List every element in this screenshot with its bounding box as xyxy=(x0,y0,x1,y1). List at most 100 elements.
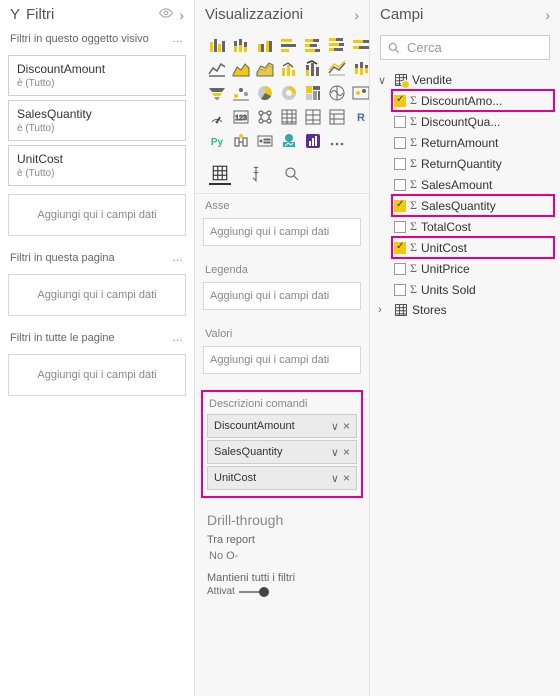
filters-page-label: Filtri in questa pagina … xyxy=(0,248,194,270)
remove-icon[interactable]: × xyxy=(343,419,350,433)
field-row[interactable]: ΣSalesAmount xyxy=(392,174,554,195)
viz-type-icon[interactable] xyxy=(231,131,251,151)
analytics-tab[interactable] xyxy=(281,163,303,185)
viz-type-icon[interactable]: Py xyxy=(207,131,227,151)
field-row[interactable]: ΣUnitPrice xyxy=(392,258,554,279)
fields-tab[interactable] xyxy=(209,163,231,185)
viz-type-icon[interactable] xyxy=(303,35,323,55)
viz-type-icon[interactable] xyxy=(327,35,347,55)
viz-type-icon[interactable] xyxy=(255,131,275,151)
field-row[interactable]: ΣUnits Sold xyxy=(392,279,554,300)
viz-type-icon[interactable]: 123 xyxy=(231,107,251,127)
viz-type-icon[interactable] xyxy=(207,35,227,55)
tooltips-highlight: Descrizioni comandi DiscountAmount∨×Sale… xyxy=(201,390,363,498)
chevron-down-icon[interactable]: ∨ xyxy=(331,472,339,485)
field-row[interactable]: ΣUnitCost xyxy=(392,237,554,258)
sigma-icon: Σ xyxy=(410,240,417,255)
remove-icon[interactable]: × xyxy=(343,471,350,485)
chevron-right-icon[interactable]: › xyxy=(545,7,550,23)
remove-icon[interactable]: × xyxy=(343,445,350,459)
checkbox[interactable] xyxy=(394,284,406,296)
viz-type-icon[interactable] xyxy=(351,35,370,55)
tooltip-field[interactable]: SalesQuantity∨× xyxy=(207,440,357,464)
viz-type-icon[interactable] xyxy=(279,107,299,127)
checkbox[interactable] xyxy=(394,179,406,191)
filters-page-dropzone[interactable]: Aggiungi qui i campi dati xyxy=(8,274,186,316)
tooltip-field[interactable]: UnitCost∨× xyxy=(207,466,357,490)
viz-type-icon[interactable] xyxy=(303,131,323,151)
checkbox[interactable] xyxy=(394,242,406,254)
checkbox[interactable] xyxy=(394,116,406,128)
viz-type-icon[interactable] xyxy=(255,35,275,55)
viz-type-icon[interactable] xyxy=(303,83,323,103)
viz-type-icon[interactable] xyxy=(303,59,323,79)
viz-type-icon[interactable] xyxy=(279,83,299,103)
checkbox[interactable] xyxy=(394,263,406,275)
chevron-down-icon[interactable]: ∨ xyxy=(378,74,390,87)
fields-title: Campi xyxy=(380,6,539,23)
checkbox[interactable] xyxy=(394,95,406,107)
filters-visual-dropzone[interactable]: Aggiungi qui i campi dati xyxy=(8,194,186,236)
values-dropzone[interactable]: Aggiungi qui i campi dati xyxy=(203,346,361,374)
filters-all-label: Filtri in tutte le pagine … xyxy=(0,328,194,350)
filters-visual-label: Filtri in questo oggetto visivo … xyxy=(0,29,194,51)
field-row[interactable]: ΣReturnQuantity xyxy=(392,153,554,174)
chevron-down-icon[interactable]: ∨ xyxy=(331,420,339,433)
more-icon[interactable]: … xyxy=(172,332,184,344)
viz-type-icon[interactable] xyxy=(279,35,299,55)
viz-type-icon[interactable] xyxy=(279,59,299,79)
viz-type-icon[interactable] xyxy=(207,107,227,127)
checkbox[interactable] xyxy=(394,200,406,212)
viz-type-icon[interactable] xyxy=(255,83,275,103)
field-row[interactable]: ΣDiscountQua... xyxy=(392,111,554,132)
viz-type-icon[interactable]: R xyxy=(351,107,370,127)
viz-type-icon[interactable] xyxy=(255,59,275,79)
chevron-right-icon[interactable]: › xyxy=(378,304,390,316)
visibility-icon[interactable] xyxy=(159,6,173,23)
search-input[interactable]: Cerca xyxy=(380,35,550,60)
viz-type-icon[interactable] xyxy=(351,83,370,103)
filter-card[interactable]: UnitCostè (Tutto) xyxy=(8,145,186,186)
viz-type-icon[interactable] xyxy=(231,83,251,103)
table-row[interactable]: ∨Vendite xyxy=(376,70,554,90)
field-row[interactable]: ΣDiscountAmo... xyxy=(392,90,554,111)
more-icon[interactable]: … xyxy=(172,33,184,45)
viz-type-icon[interactable] xyxy=(327,107,347,127)
viz-type-icon[interactable] xyxy=(327,131,347,151)
chevron-right-icon[interactable]: › xyxy=(354,7,359,23)
viz-type-icon[interactable] xyxy=(255,107,275,127)
svg-text:Py: Py xyxy=(211,137,224,148)
checkbox[interactable] xyxy=(394,221,406,233)
visualizations-pane: Visualizzazioni › 123RPy Asse Aggiungi q… xyxy=(195,0,370,696)
field-row[interactable]: ΣSalesQuantity xyxy=(392,195,554,216)
viz-type-icon[interactable] xyxy=(207,83,227,103)
viz-type-icon[interactable] xyxy=(327,59,347,79)
viz-type-icon[interactable] xyxy=(303,107,323,127)
chevron-right-icon[interactable]: › xyxy=(179,7,184,23)
viz-type-icon[interactable] xyxy=(207,59,227,79)
viz-type-icon[interactable] xyxy=(231,59,251,79)
drill-through-label: Drill-through xyxy=(195,502,369,532)
legend-dropzone[interactable]: Aggiungi qui i campi dati xyxy=(203,282,361,310)
more-icon[interactable]: … xyxy=(172,252,184,264)
filter-card[interactable]: SalesQuantityè (Tutto) xyxy=(8,100,186,141)
viz-type-icon[interactable] xyxy=(351,59,370,79)
table-row[interactable]: ›Stores xyxy=(376,300,554,320)
filter-card[interactable]: DiscountAmountè (Tutto) xyxy=(8,55,186,96)
filters-all-dropzone[interactable]: Aggiungi qui i campi dati xyxy=(8,354,186,396)
field-row[interactable]: ΣReturnAmount xyxy=(392,132,554,153)
cross-report-toggle[interactable]: No O- xyxy=(195,548,369,570)
viz-type-icon[interactable] xyxy=(231,35,251,55)
format-tab[interactable] xyxy=(245,163,267,185)
viz-type-icon[interactable] xyxy=(279,131,299,151)
tooltip-field[interactable]: DiscountAmount∨× xyxy=(207,414,357,438)
checkbox[interactable] xyxy=(394,158,406,170)
axis-dropzone[interactable]: Aggiungi qui i campi dati xyxy=(203,218,361,246)
viz-type-icon[interactable] xyxy=(327,83,347,103)
format-tabs xyxy=(195,159,369,194)
checkbox[interactable] xyxy=(394,137,406,149)
svg-text:R: R xyxy=(357,112,365,124)
chevron-down-icon[interactable]: ∨ xyxy=(331,446,339,459)
keep-filters-toggle[interactable]: Attivat xyxy=(195,586,369,597)
field-row[interactable]: ΣTotalCost xyxy=(392,216,554,237)
